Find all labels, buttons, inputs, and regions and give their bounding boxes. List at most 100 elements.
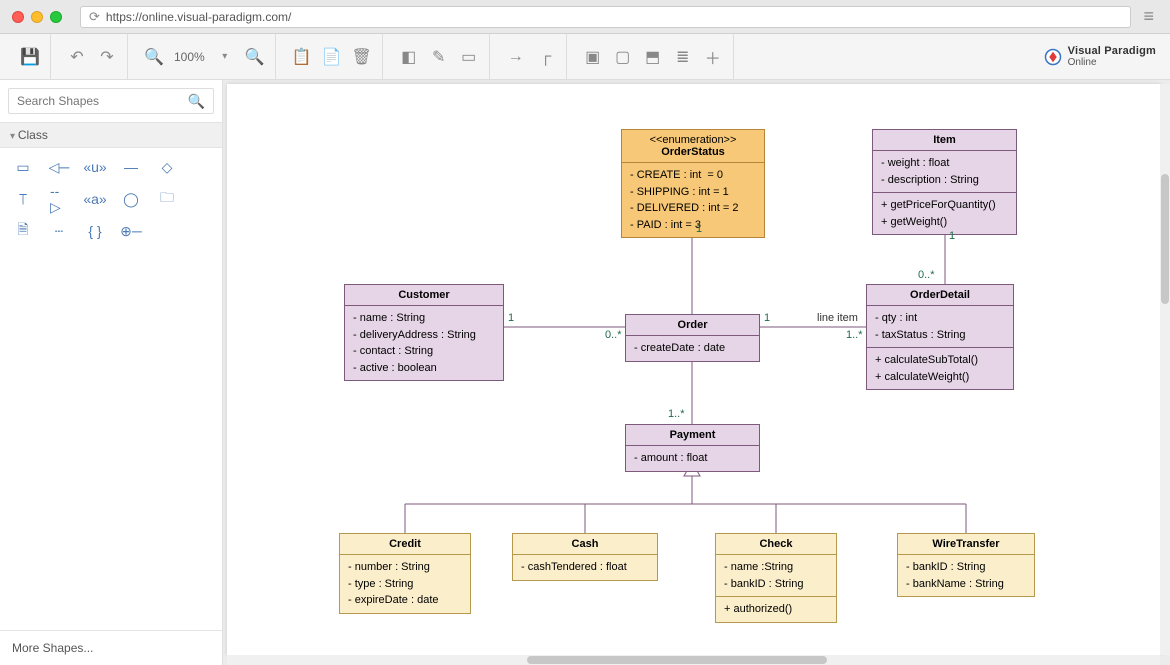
- more-shapes-link[interactable]: More Shapes...: [0, 630, 222, 665]
- zoom-dropdown-icon[interactable]: ▾: [211, 43, 239, 71]
- sidebar-section-class[interactable]: Class: [0, 122, 222, 148]
- shape-abstract-icon[interactable]: «a»: [86, 190, 104, 208]
- url-bar[interactable]: ⟳: [80, 6, 1131, 28]
- class-attrs: - bankID : String - bankName : String: [898, 554, 1034, 596]
- shape-interface-icon[interactable]: ⟙: [14, 190, 32, 208]
- line-color-icon[interactable]: ✎: [425, 43, 453, 71]
- class-title: Cash: [513, 534, 657, 554]
- app-toolbar: 💾 ↶ ↷ 🔍 100% ▾ 🔍 📋 📄 🗑 ◧ ✎ ▭ → ┌ ▣ ▢ ⬒ ≣…: [0, 34, 1170, 80]
- connector-waypoint-icon[interactable]: ┌: [532, 43, 560, 71]
- search-shapes-input[interactable]: [17, 94, 188, 108]
- shape-lollipop-icon[interactable]: ⊕─: [122, 222, 140, 240]
- reload-icon[interactable]: ⟳: [89, 9, 100, 25]
- class-title: Order: [626, 315, 759, 335]
- shape-note-icon[interactable]: 🗎: [14, 222, 32, 240]
- class-title: <<enumeration>> OrderStatus: [622, 130, 764, 162]
- horizontal-scrollbar[interactable]: [227, 655, 1160, 665]
- undo-icon[interactable]: ↶: [63, 43, 91, 71]
- brand-subtitle: Online: [1068, 57, 1156, 68]
- save-icon[interactable]: 💾: [16, 43, 44, 71]
- minimize-window-icon[interactable]: [31, 11, 43, 23]
- redo-icon[interactable]: ↷: [93, 43, 121, 71]
- class-attrs: - cashTendered : float: [513, 554, 657, 580]
- class-check[interactable]: Check - name :String - bankID : String +…: [715, 533, 837, 623]
- mult-customer-order-0s: 0..*: [605, 329, 622, 341]
- class-ops: + getPriceForQuantity() + getWeight(): [873, 192, 1016, 234]
- copy-icon[interactable]: 📋: [288, 43, 316, 71]
- class-orderdetail[interactable]: OrderDetail - qty : int - taxStatus : St…: [866, 284, 1014, 390]
- search-shapes-box[interactable]: 🔍: [8, 88, 214, 114]
- shape-package-icon[interactable]: 🗀: [158, 190, 176, 208]
- shape-diamond-icon[interactable]: ◇: [158, 158, 176, 176]
- shape-usage-icon[interactable]: «u»: [86, 158, 104, 176]
- class-ops: + calculateSubTotal() + calculateWeight(…: [867, 347, 1013, 389]
- class-customer[interactable]: Customer - name : String - deliveryAddre…: [344, 284, 504, 381]
- shape-class-icon[interactable]: ▭: [14, 158, 32, 176]
- vertical-scrollbar[interactable]: [1160, 84, 1170, 655]
- mult-order-detail-1: 1: [764, 312, 770, 324]
- mult-order-detail-1s: 1..*: [846, 329, 863, 341]
- group-icon[interactable]: ⬒: [639, 43, 667, 71]
- hamburger-menu-icon[interactable]: ≡: [1139, 6, 1158, 27]
- maximize-window-icon[interactable]: [50, 11, 62, 23]
- class-attrs: - name :String - bankID : String: [716, 554, 836, 596]
- paste-icon[interactable]: 📄: [318, 43, 346, 71]
- brand-logo: Visual Paradigm Online: [1044, 45, 1156, 68]
- mult-order-payment-1s: 1..*: [668, 408, 685, 420]
- class-title: Customer: [345, 285, 503, 305]
- url-input[interactable]: [106, 10, 1123, 24]
- shape-dep-arrow-icon[interactable]: --▷: [50, 190, 68, 208]
- mult-customer-order-1: 1: [508, 312, 514, 324]
- class-cash[interactable]: Cash - cashTendered : float: [512, 533, 658, 581]
- class-attrs: - weight : float - description : String: [873, 150, 1016, 192]
- class-attrs: - number : String - type : String - expi…: [340, 554, 470, 613]
- shapes-palette: ▭ ◁─ «u» ― ◇ ⟙ --▷ «a» ◯ 🗀 🗎 ┄ { } ⊕─: [0, 148, 222, 250]
- brand-name: Visual Paradigm: [1068, 45, 1156, 57]
- search-icon[interactable]: 🔍: [188, 93, 205, 110]
- shape-dashed-icon[interactable]: ┄: [50, 222, 68, 240]
- mult-detail-item-0s: 0..*: [918, 269, 935, 281]
- send-back-icon[interactable]: ▢: [609, 43, 637, 71]
- class-title: Check: [716, 534, 836, 554]
- class-item[interactable]: Item - weight : float - description : St…: [872, 129, 1017, 235]
- delete-icon[interactable]: 🗑: [348, 43, 376, 71]
- class-title: Credit: [340, 534, 470, 554]
- bring-front-icon[interactable]: ▣: [579, 43, 607, 71]
- class-title: Item: [873, 130, 1016, 150]
- class-title: Payment: [626, 425, 759, 445]
- shape-ellipse-icon[interactable]: ◯: [122, 190, 140, 208]
- mult-item-1: 1: [949, 230, 955, 242]
- close-window-icon[interactable]: [12, 11, 24, 23]
- canvas-area: <<enumeration>> OrderStatus - CREATE : i…: [223, 80, 1170, 665]
- class-title: WireTransfer: [898, 534, 1034, 554]
- class-attrs: - CREATE : int = 0 - SHIPPING : int = 1 …: [622, 162, 764, 237]
- diagram-canvas[interactable]: <<enumeration>> OrderStatus - CREATE : i…: [227, 84, 1160, 655]
- shape-gen-arrow-icon[interactable]: ◁─: [50, 158, 68, 176]
- class-order[interactable]: Order - createDate : date: [625, 314, 760, 362]
- fill-color-icon[interactable]: ◧: [395, 43, 423, 71]
- shadow-icon[interactable]: ▭: [455, 43, 483, 71]
- class-ops: + authorized(): [716, 596, 836, 622]
- add-shape-icon[interactable]: ＋: [699, 43, 727, 71]
- mult-orderstatus-1: 1: [696, 223, 702, 235]
- class-attrs: - qty : int - taxStatus : String: [867, 305, 1013, 347]
- shape-assoc-icon[interactable]: ―: [122, 158, 140, 176]
- class-attrs: - createDate : date: [626, 335, 759, 361]
- class-wiretransfer[interactable]: WireTransfer - bankID : String - bankNam…: [897, 533, 1035, 597]
- shape-constraint-icon[interactable]: { }: [86, 222, 104, 240]
- class-credit[interactable]: Credit - number : String - type : String…: [339, 533, 471, 614]
- class-payment[interactable]: Payment - amount : float: [625, 424, 760, 472]
- zoom-out-icon[interactable]: 🔍: [140, 43, 168, 71]
- class-title: OrderDetail: [867, 285, 1013, 305]
- role-line-item: line item: [817, 312, 858, 324]
- traffic-lights: [12, 11, 62, 23]
- zoom-level[interactable]: 100%: [170, 50, 209, 64]
- zoom-in-icon[interactable]: 🔍: [241, 43, 269, 71]
- class-attrs: - name : String - deliveryAddress : Stri…: [345, 305, 503, 380]
- class-attrs: - amount : float: [626, 445, 759, 471]
- browser-chrome: ⟳ ≡: [0, 0, 1170, 34]
- connector-start-icon[interactable]: →: [502, 43, 530, 71]
- sidebar: 🔍 Class ▭ ◁─ «u» ― ◇ ⟙ --▷ «a» ◯ 🗀 🗎 ┄ {…: [0, 80, 223, 665]
- align-icon[interactable]: ≣: [669, 43, 697, 71]
- class-orderstatus[interactable]: <<enumeration>> OrderStatus - CREATE : i…: [621, 129, 765, 238]
